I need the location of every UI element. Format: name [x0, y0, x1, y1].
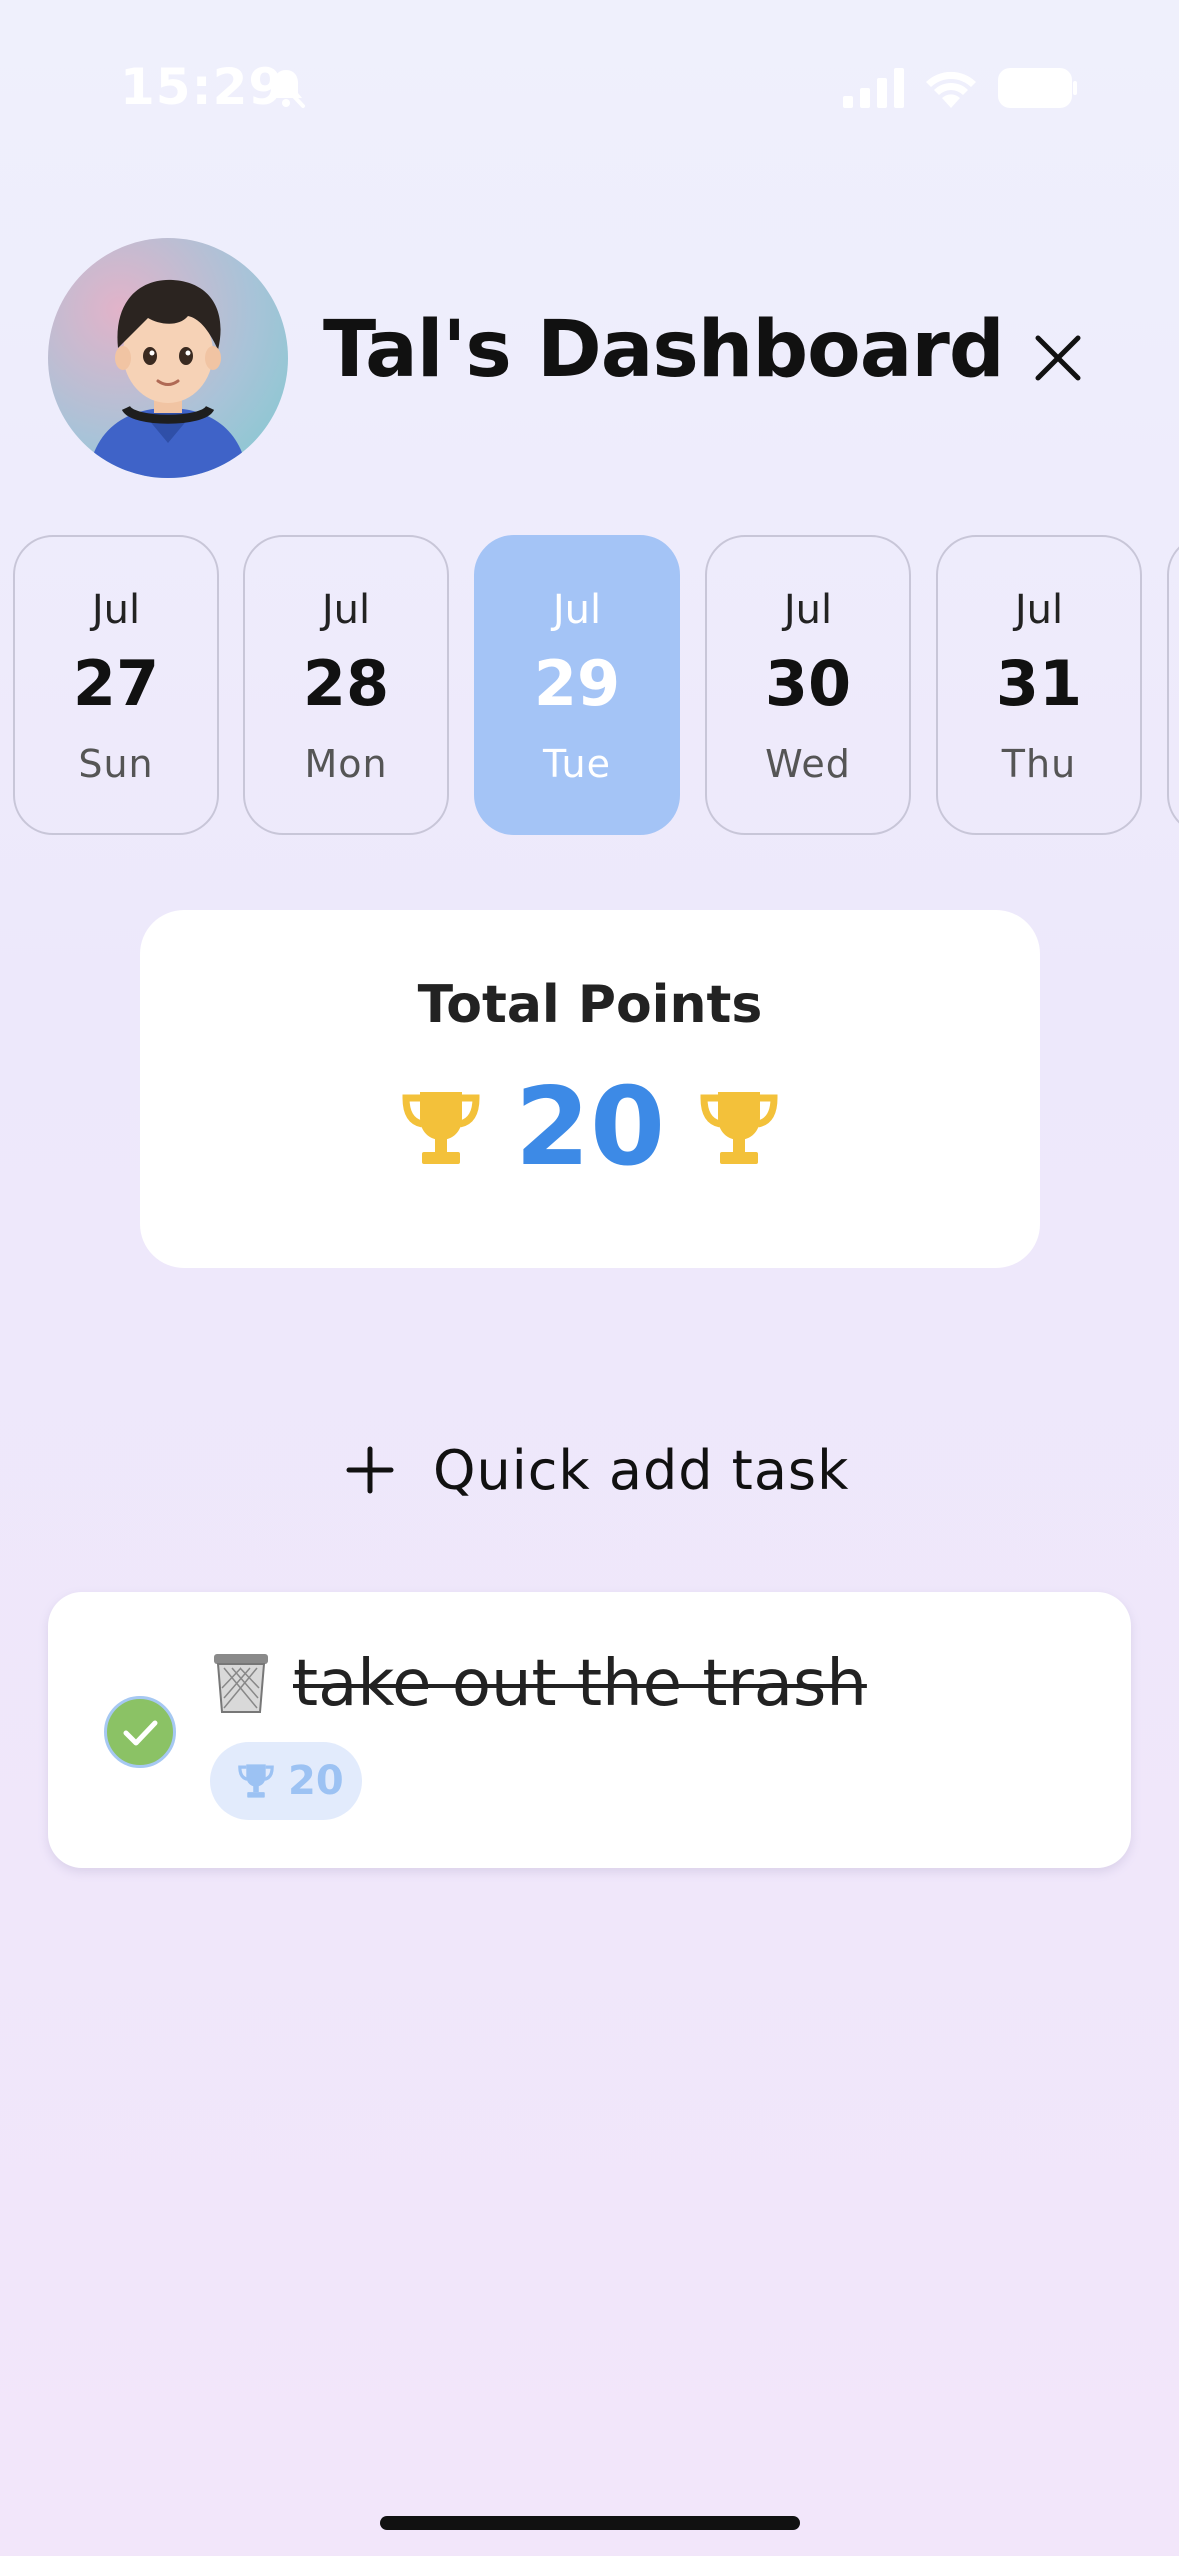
date-weekday: Thu	[1001, 742, 1077, 786]
date-weekday: Sun	[78, 742, 154, 786]
date-card-partial[interactable]	[1167, 535, 1179, 835]
date-weekday: Tue	[543, 742, 611, 786]
date-card[interactable]: Jul 28 Mon	[243, 535, 449, 835]
trash-can-icon	[214, 1654, 268, 1713]
task-checkbox[interactable]	[104, 1696, 176, 1768]
quick-add-label: Quick add task	[433, 1438, 850, 1502]
home-indicator[interactable]	[380, 2516, 800, 2530]
points-label: Total Points	[417, 975, 763, 1035]
close-icon[interactable]	[1030, 330, 1086, 386]
status-time: 15:29	[120, 58, 285, 116]
status-bar: 15:29	[0, 0, 1179, 175]
date-strip[interactable]: Jul 27 Sun Jul 28 Mon Jul 29 Tue Jul 30 …	[0, 535, 1179, 840]
bell-slash-icon	[267, 68, 305, 108]
battery-icon	[998, 68, 1077, 108]
avatar-illustration	[88, 279, 248, 478]
date-day: 28	[302, 647, 390, 720]
date-card[interactable]: Jul 30 Wed	[705, 535, 911, 835]
date-day: 31	[995, 647, 1083, 720]
task-title: take out the trash	[293, 1647, 867, 1721]
date-card[interactable]: Jul 31 Thu	[936, 535, 1142, 835]
trophy-icon	[402, 1092, 480, 1164]
date-month: Jul	[91, 587, 141, 633]
task-card[interactable]: take out the trash 20	[48, 1592, 1131, 1868]
page-title: Tal's Dashboard	[323, 305, 1005, 395]
date-card-selected[interactable]: Jul 29 Tue	[474, 535, 680, 835]
wifi-icon	[926, 71, 976, 108]
points-card: Total Points 20	[140, 910, 1040, 1268]
date-month: Jul	[321, 587, 371, 633]
checkmark-icon	[123, 1720, 158, 1746]
task-points-badge: 20	[210, 1742, 362, 1820]
date-day: 30	[764, 647, 852, 720]
date-month: Jul	[783, 587, 833, 633]
date-weekday: Wed	[765, 742, 851, 786]
quick-add-button[interactable]: Quick add task	[345, 1430, 849, 1510]
date-card[interactable]: Jul 27 Sun	[13, 535, 219, 835]
date-day: 27	[72, 647, 160, 720]
trophy-icon	[238, 1764, 274, 1798]
date-day: 29	[533, 647, 621, 720]
trophy-icon	[700, 1092, 778, 1164]
task-points-value: 20	[288, 1758, 344, 1804]
date-month: Jul	[552, 587, 602, 633]
date-weekday: Mon	[304, 742, 388, 786]
cellular-signal-icon	[843, 68, 904, 108]
plus-icon	[346, 1446, 394, 1494]
date-month: Jul	[1014, 587, 1064, 633]
avatar[interactable]	[48, 238, 288, 478]
points-value: 20	[514, 1065, 666, 1190]
